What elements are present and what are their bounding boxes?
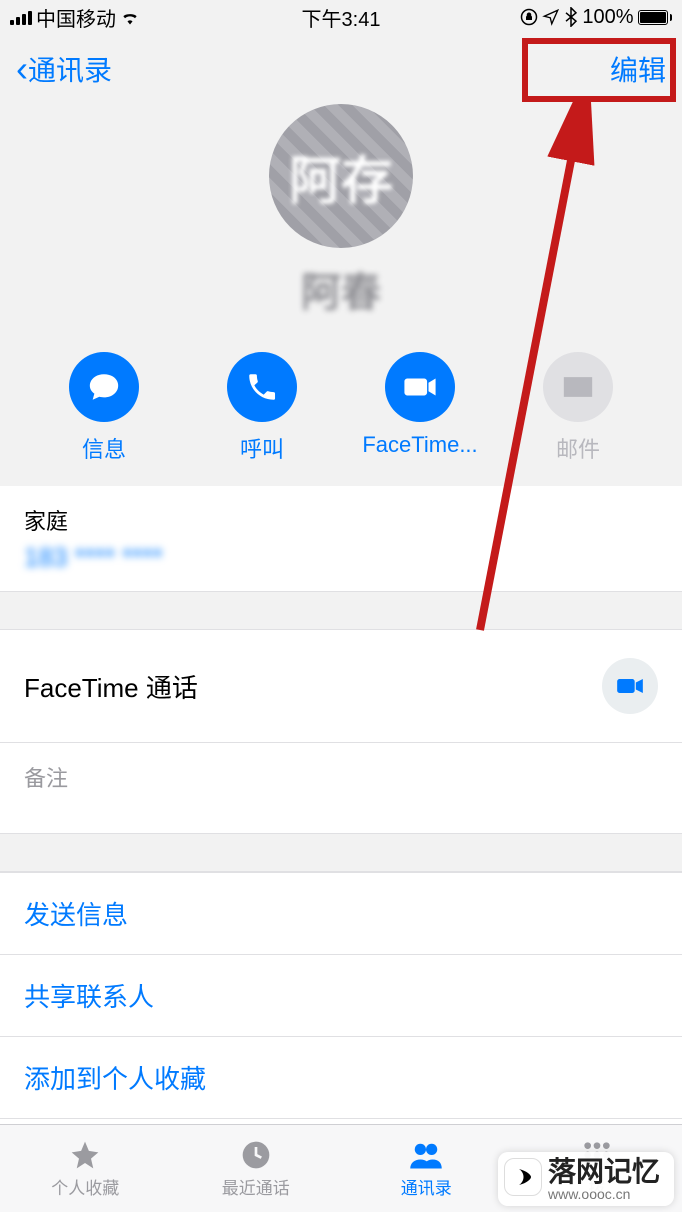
mail-button: 邮件 [523, 352, 633, 464]
location-icon [542, 8, 560, 26]
call-button[interactable]: 呼叫 [207, 352, 317, 464]
watermark-logo-icon [504, 1158, 542, 1196]
status-right: 100% [520, 6, 672, 29]
message-label: 信息 [82, 432, 126, 464]
tab-recents[interactable]: 最近通话 [171, 1125, 342, 1212]
send-message-link[interactable]: 发送信息 [0, 872, 682, 955]
star-icon [67, 1139, 103, 1171]
watermark-title: 落网记忆 [548, 1158, 660, 1186]
nav-bar: ‹ 通讯录 编辑 [0, 34, 682, 104]
section-gap [0, 592, 682, 630]
back-button[interactable]: ‹ 通讯录 [16, 49, 112, 89]
facetime-row-label: FaceTime 通话 [24, 668, 198, 705]
battery-percent: 100% [582, 6, 633, 29]
facetime-label: FaceTime... [362, 432, 477, 458]
mail-icon [543, 352, 613, 422]
message-button[interactable]: 信息 [49, 352, 159, 464]
tab-contacts[interactable]: 通讯录 [341, 1125, 512, 1212]
phone-cell[interactable]: 家庭 183 **** **** [0, 486, 682, 592]
share-contact-link[interactable]: 共享联系人 [0, 955, 682, 1037]
watermark: 落网记忆 www.oooc.cn [498, 1152, 674, 1206]
edit-button[interactable]: 编辑 [610, 49, 666, 89]
notes-cell[interactable]: 备注 [0, 743, 682, 834]
status-time: 下午3:41 [302, 3, 381, 32]
orientation-lock-icon [520, 8, 538, 26]
avatar-initials: 阿存 [289, 139, 393, 214]
carrier-label: 中国移动 [36, 3, 116, 32]
wifi-icon [120, 9, 140, 25]
mail-label: 邮件 [556, 432, 600, 464]
facetime-row: FaceTime 通话 [0, 630, 682, 743]
message-icon [69, 352, 139, 422]
phone-icon [227, 352, 297, 422]
tab-favorites[interactable]: 个人收藏 [0, 1125, 171, 1212]
bluetooth-icon [564, 7, 578, 27]
chevron-left-icon: ‹ [16, 51, 28, 87]
tab-favorites-label: 个人收藏 [51, 1174, 119, 1199]
phone-value: 183 **** **** [24, 542, 658, 573]
contact-header: 阿存 阿春 [0, 104, 682, 336]
facetime-video-button[interactable] [602, 658, 658, 714]
call-label: 呼叫 [240, 432, 284, 464]
signal-icon [10, 9, 32, 25]
battery-icon [638, 10, 673, 25]
section-gap [0, 834, 682, 872]
add-favorite-link[interactable]: 添加到个人收藏 [0, 1037, 682, 1119]
clock-icon [238, 1139, 274, 1171]
watermark-url: www.oooc.cn [548, 1186, 660, 1202]
contacts-icon [408, 1139, 444, 1171]
contact-name: 阿春 [0, 260, 682, 318]
back-label: 通讯录 [28, 49, 112, 89]
video-icon [616, 672, 644, 700]
phone-label: 家庭 [24, 504, 658, 536]
contact-actions: 信息 呼叫 FaceTime... 邮件 [0, 336, 682, 486]
tab-contacts-label: 通讯录 [401, 1174, 452, 1199]
contact-avatar[interactable]: 阿存 [269, 104, 413, 248]
video-icon [385, 352, 455, 422]
status-left: 中国移动 [10, 3, 140, 32]
status-bar: 中国移动 下午3:41 100% [0, 0, 682, 34]
facetime-button[interactable]: FaceTime... [365, 352, 475, 464]
tab-recents-label: 最近通话 [222, 1174, 290, 1199]
